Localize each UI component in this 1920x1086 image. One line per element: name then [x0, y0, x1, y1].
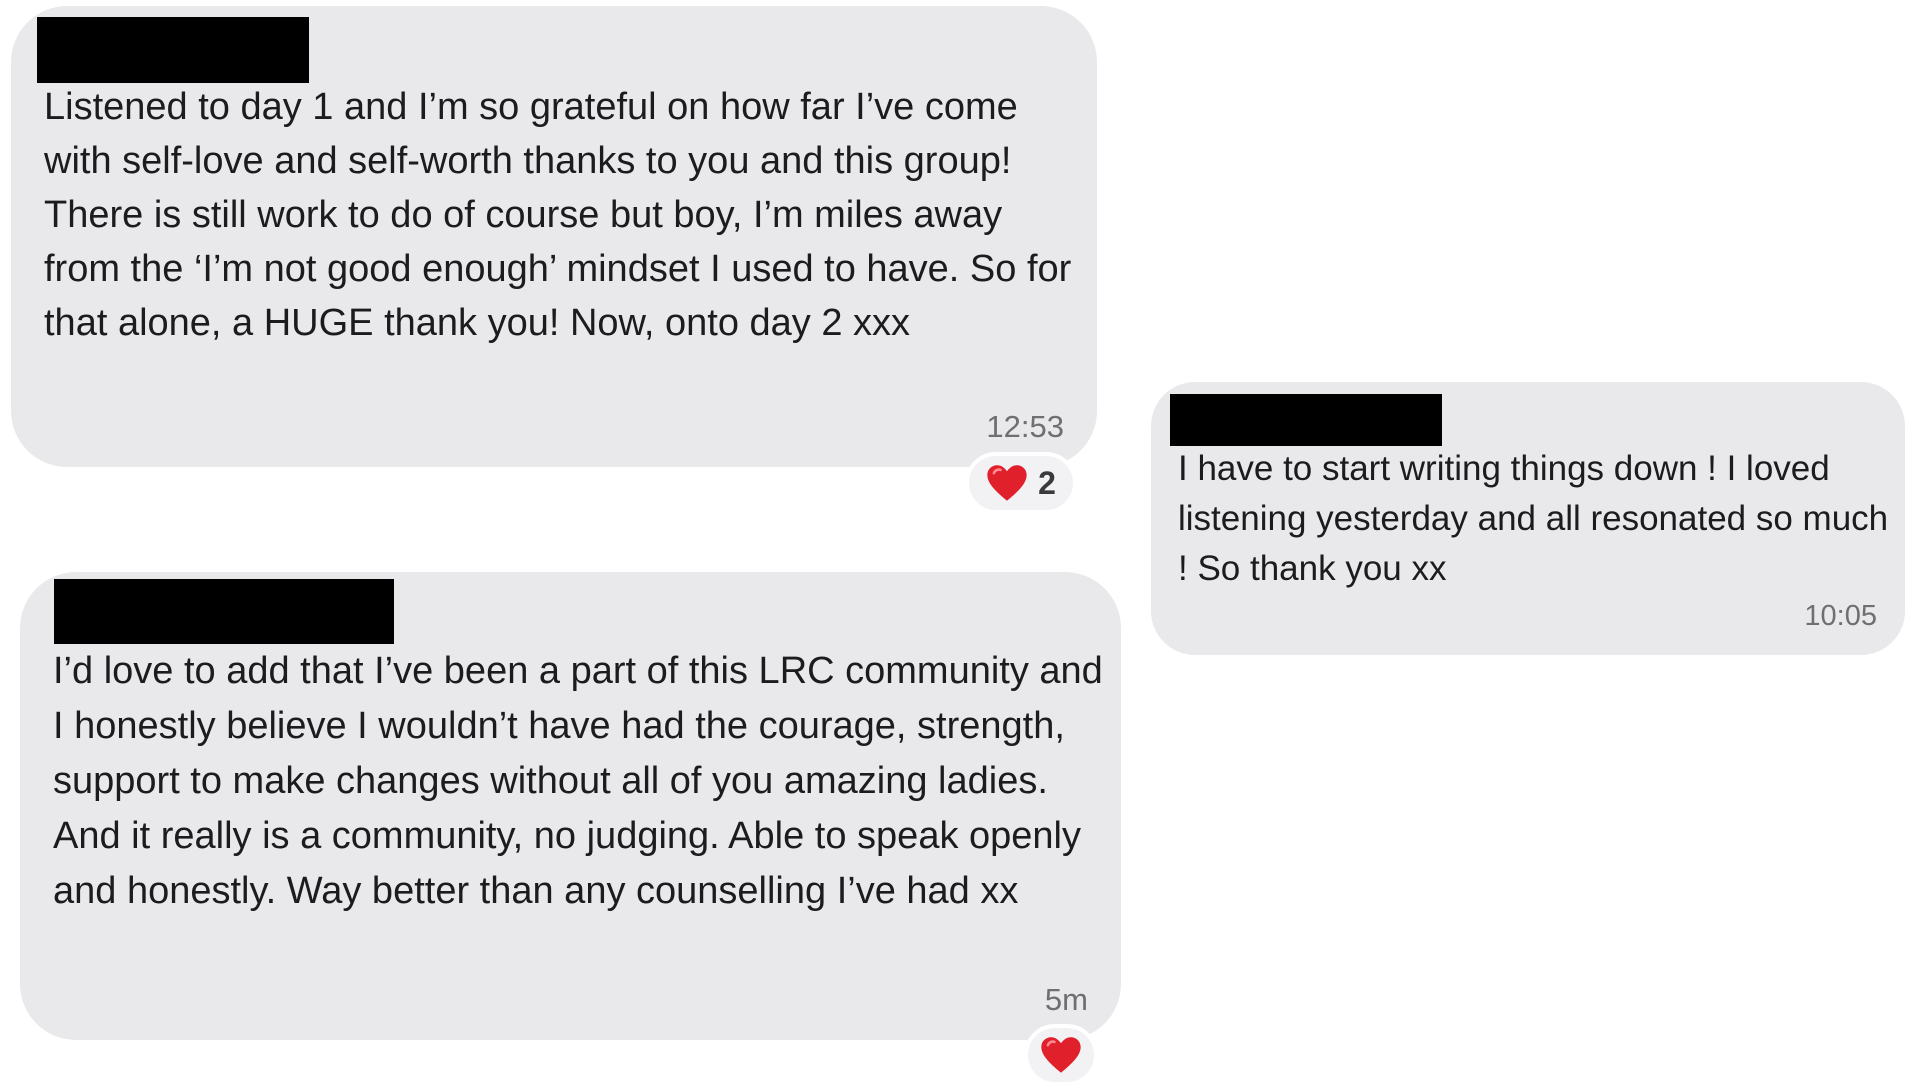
heart-icon [986, 464, 1028, 502]
message-timestamp: 12:53 [986, 409, 1064, 444]
message-bubble[interactable]: I have to start writing things down ! I … [1151, 382, 1905, 655]
redacted-sender-name [37, 17, 309, 83]
reaction-badge[interactable]: 2 [965, 452, 1077, 514]
message-text: Listened to day 1 and I’m so grateful on… [44, 86, 1072, 344]
message-bubble[interactable]: Listened to day 1 and I’m so grateful on… [11, 6, 1097, 467]
redacted-sender-name [54, 579, 394, 644]
reaction-badge[interactable] [1024, 1024, 1098, 1086]
redacted-sender-name [1170, 394, 1442, 446]
message-text: I have to start writing things down ! I … [1178, 449, 1889, 588]
message-text: I’d love to add that I’ve been a part of… [53, 650, 1103, 912]
message-timestamp: 10:05 [1804, 600, 1877, 632]
heart-icon [1040, 1036, 1082, 1074]
message-bubble[interactable]: I’d love to add that I’ve been a part of… [20, 572, 1121, 1040]
reaction-count: 2 [1038, 464, 1056, 501]
message-timestamp: 5m [1044, 982, 1088, 1017]
